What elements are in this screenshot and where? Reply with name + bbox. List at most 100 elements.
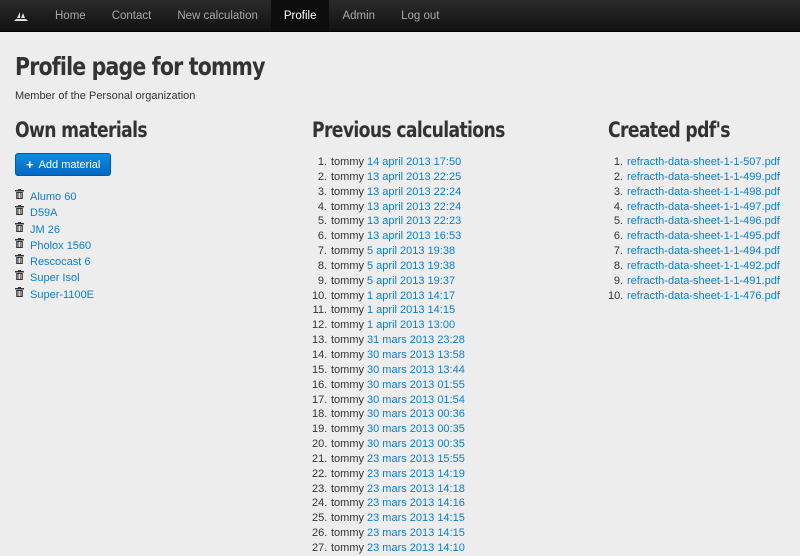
calculation-link[interactable]: 23 mars 2013 14:18: [367, 482, 465, 497]
calculation-link[interactable]: 5 april 2013 19:37: [367, 274, 455, 289]
list-number: 13.: [312, 334, 328, 347]
material-link[interactable]: Super Isol: [30, 270, 80, 286]
trash-icon[interactable]: [15, 205, 26, 221]
list-number: 16.: [312, 378, 328, 391]
calculation-user: tommy: [331, 541, 364, 554]
calculation-link[interactable]: 30 mars 2013 00:35: [367, 437, 465, 452]
calculation-user: tommy: [331, 452, 364, 465]
calculation-item: 26. tommy 23 mars 2013 14:15: [312, 526, 547, 541]
material-link[interactable]: Alumo 60: [30, 189, 76, 205]
pdf-link[interactable]: refracth-data-sheet-1-1-494.pdf: [627, 244, 780, 259]
list-number: 10.: [312, 289, 328, 302]
calculation-link[interactable]: 1 april 2013 14:15: [367, 303, 455, 318]
material-link[interactable]: Super-1100E: [30, 287, 94, 303]
materials-column: Own materials + Add material Alumo 60 D59…: [15, 116, 176, 303]
pdf-link[interactable]: refracth-data-sheet-1-1-507.pdf: [627, 155, 780, 170]
list-number: 17.: [312, 393, 328, 406]
calculation-user: tommy: [331, 200, 364, 213]
calculation-link[interactable]: 13 april 2013 16:53: [367, 229, 461, 244]
list-number: 15.: [312, 363, 328, 376]
calculation-link[interactable]: 13 april 2013 22:25: [367, 170, 461, 185]
calculation-item: 25. tommy 23 mars 2013 14:15: [312, 511, 547, 526]
nav-contact[interactable]: Contact: [99, 0, 165, 31]
trash-icon[interactable]: [15, 286, 26, 303]
pdf-link[interactable]: refracth-data-sheet-1-1-496.pdf: [627, 214, 780, 229]
ship-icon[interactable]: [0, 0, 42, 31]
trash-icon[interactable]: [15, 189, 26, 205]
calculation-item: 22. tommy 23 mars 2013 14:19: [312, 467, 547, 482]
calculation-link[interactable]: 30 mars 2013 01:54: [367, 393, 465, 408]
calculation-link[interactable]: 5 april 2013 19:38: [367, 259, 455, 274]
calculation-link[interactable]: 23 mars 2013 15:55: [367, 452, 465, 467]
calculation-item: 7. tommy 5 april 2013 19:38: [312, 244, 547, 259]
pdf-link[interactable]: refracth-data-sheet-1-1-476.pdf: [627, 289, 780, 304]
calculation-user: tommy: [331, 274, 364, 287]
nav-home[interactable]: Home: [42, 0, 99, 31]
calculation-link[interactable]: 23 mars 2013 14:15: [367, 526, 465, 541]
pdf-item: 1. refracth-data-sheet-1-1-507.pdf: [608, 155, 780, 170]
list-number: 5.: [613, 215, 623, 228]
list-number: 5.: [317, 215, 327, 228]
list-number: 19.: [312, 423, 328, 436]
nav-profile[interactable]: Profile: [270, 0, 330, 31]
trash-icon[interactable]: [15, 254, 26, 270]
list-number: 9.: [317, 274, 327, 287]
calculation-link[interactable]: 30 mars 2013 13:58: [367, 348, 465, 363]
trash-icon[interactable]: [15, 221, 26, 238]
pdf-link[interactable]: refracth-data-sheet-1-1-497.pdf: [627, 200, 780, 215]
list-number: 6.: [317, 230, 327, 243]
pdf-item: 6. refracth-data-sheet-1-1-495.pdf: [608, 229, 780, 244]
calculation-link[interactable]: 13 april 2013 22:24: [367, 200, 461, 215]
list-number: 9.: [613, 274, 623, 287]
calculation-link[interactable]: 13 april 2013 22:23: [367, 214, 461, 229]
calculations-column: Previous calculations 1. tommy 14 april 20…: [312, 116, 547, 556]
trash-icon[interactable]: [15, 270, 26, 286]
list-number: 14.: [312, 348, 328, 361]
calculation-item: 5. tommy 13 april 2013 22:23: [312, 214, 547, 229]
list-number: 4.: [613, 200, 623, 213]
calculation-user: tommy: [331, 185, 364, 198]
pdf-item: 8. refracth-data-sheet-1-1-492.pdf: [608, 259, 780, 274]
calculation-link[interactable]: 30 mars 2013 01:55: [367, 378, 465, 393]
calculation-link[interactable]: 30 mars 2013 13:44: [367, 363, 465, 378]
calculation-link[interactable]: 5 april 2013 19:38: [367, 244, 455, 259]
trash-icon[interactable]: [15, 237, 26, 254]
calculation-link[interactable]: 23 mars 2013 14:10: [367, 541, 465, 556]
nav-log-out[interactable]: Log out: [388, 0, 452, 31]
nav-new-calculation[interactable]: New calculation: [164, 0, 271, 31]
material-item: Alumo 60: [15, 189, 176, 205]
pdf-link[interactable]: refracth-data-sheet-1-1-492.pdf: [627, 259, 780, 274]
material-item: Super Isol: [15, 270, 176, 286]
calculation-link[interactable]: 1 april 2013 14:17: [367, 289, 455, 304]
list-number: 1.: [317, 156, 327, 168]
calculation-item: 14. tommy 30 mars 2013 13:58: [312, 348, 547, 363]
calculation-link[interactable]: 1 april 2013 13:00: [367, 318, 455, 333]
material-link[interactable]: Rescocast 6: [30, 254, 91, 270]
calculation-link[interactable]: 30 mars 2013 00:36: [367, 407, 465, 422]
list-number: 21.: [312, 452, 328, 465]
material-link[interactable]: D59A: [30, 205, 58, 221]
calculation-item: 23. tommy 23 mars 2013 14:18: [312, 482, 547, 497]
add-material-button[interactable]: + Add material: [15, 153, 112, 176]
list-number: 27.: [312, 541, 328, 554]
calculation-user: tommy: [331, 393, 364, 406]
material-link[interactable]: Pholox 1560: [30, 238, 91, 254]
pdf-link[interactable]: refracth-data-sheet-1-1-498.pdf: [627, 185, 780, 200]
nav-admin[interactable]: Admin: [329, 0, 388, 31]
pdf-link[interactable]: refracth-data-sheet-1-1-499.pdf: [627, 170, 780, 185]
calculation-link[interactable]: 23 mars 2013 14:16: [367, 496, 465, 511]
calculation-link[interactable]: 23 mars 2013 14:19: [367, 467, 465, 482]
add-material-label: Add material: [38, 158, 101, 171]
calculation-link[interactable]: 14 april 2013 17:50: [367, 155, 461, 170]
calculation-user: tommy: [331, 512, 364, 525]
materials-list: Alumo 60 D59A JM 26 Pholox 1560 Rescocast 6S…: [15, 189, 176, 303]
calculation-link[interactable]: 30 mars 2013 00:35: [367, 422, 465, 437]
calculation-link[interactable]: 13 april 2013 22:24: [367, 185, 461, 200]
pdf-link[interactable]: refracth-data-sheet-1-1-491.pdf: [627, 274, 780, 289]
nav-menu: Home Contact New calculation Profile Admin Lo…: [42, 0, 452, 31]
material-link[interactable]: JM 26: [30, 222, 60, 238]
calculation-link[interactable]: 23 mars 2013 14:15: [367, 511, 465, 526]
calculation-link[interactable]: 31 mars 2013 23:28: [367, 333, 465, 348]
list-number: 2.: [613, 170, 623, 183]
pdf-link[interactable]: refracth-data-sheet-1-1-495.pdf: [627, 229, 780, 244]
